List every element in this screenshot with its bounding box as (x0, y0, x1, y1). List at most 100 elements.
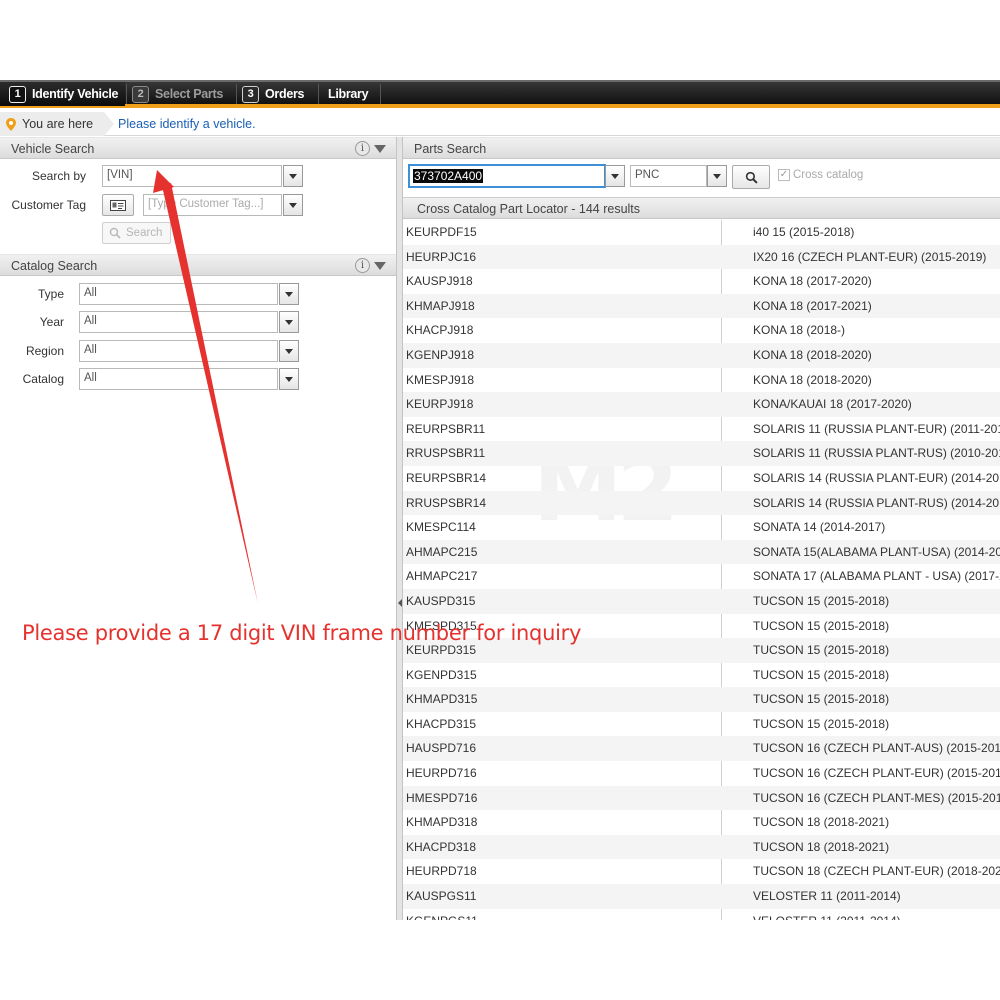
part-number-dropdown-arrow-icon[interactable] (605, 165, 625, 187)
collapse-arrow-icon[interactable] (374, 261, 386, 270)
year-dropdown-arrow-icon[interactable] (279, 311, 299, 333)
catalog-code-cell: HAUSPD716 (406, 741, 477, 756)
catalog-code-cell: AHMAPC215 (406, 544, 478, 559)
year-select[interactable]: All (79, 311, 278, 333)
search-button-label: Search (126, 227, 163, 239)
breadcrumb: You are here Please identify a vehicle. (0, 112, 1000, 136)
vehicle-search-button[interactable]: Search (102, 222, 172, 244)
table-row[interactable]: REURPSBR14 SOLARIS 14 (RUSSIA PLANT-EUR) … (403, 466, 1000, 491)
collapse-grip-icon[interactable] (398, 599, 402, 607)
table-row[interactable]: RRUSPSBR11 SOLARIS 11 (RUSSIA PLANT-RUS) … (403, 441, 1000, 466)
table-row[interactable]: KHMAPJ918 KONA 18 (2017-2021) (403, 293, 1000, 319)
search-mode-select[interactable]: PNC (630, 165, 707, 187)
table-row[interactable]: AHMAPC215 SONATA 15(ALABAMA PLANT-USA) (2… (403, 539, 1000, 565)
catalog-code-cell: AHMAPC217 (406, 569, 478, 584)
catalog-code-cell: HMESPD716 (406, 790, 478, 805)
table-row[interactable]: KHACPD318 TUCSON 18 (2018-2021) (403, 834, 1000, 860)
customer-tag-input[interactable]: [Type Customer Tag...] (143, 194, 282, 216)
catalog-code-cell: KAUSPGS11 (406, 889, 477, 904)
catalog-code-cell: HEURPD716 (406, 766, 477, 781)
catalog-code-cell: KHMAPD315 (406, 692, 478, 707)
catalog-code-cell: REURPSBR11 (406, 421, 486, 436)
vehicle-model-cell: TUCSON 16 (CZECH PLANT-MES) (2015-2018) (753, 790, 1000, 805)
search-mode-dropdown-arrow-icon[interactable] (707, 165, 727, 187)
region-label: Region (25, 344, 64, 358)
catalog-code-cell: KEURPDF15 (406, 225, 477, 239)
tab-label: Library (328, 87, 369, 101)
search-by-field[interactable]: [VIN] (102, 165, 282, 187)
catalog-code-cell: KMESPC114 (406, 520, 476, 535)
type-select[interactable]: All (79, 283, 278, 305)
table-row[interactable]: KAUSPJ918 KONA 18 (2017-2020) (403, 269, 1000, 294)
catalog-dropdown-arrow-icon[interactable] (279, 368, 299, 390)
parts-search-button[interactable] (732, 165, 770, 189)
catalog-code-cell: RRUSPSBR11 (406, 446, 486, 461)
cross-catalog-checkbox-icon[interactable]: ✓ (778, 169, 790, 181)
table-row[interactable]: KHMAPD318 TUCSON 18 (2018-2021) (403, 810, 1000, 835)
vehicle-model-cell: KONA 18 (2017-2021) (753, 298, 872, 313)
vehicle-model-cell: SONATA 14 (2014-2017) (753, 520, 886, 535)
vehicle-model-cell: SONATA 17 (ALABAMA PLANT - USA) (2017-20… (753, 569, 1000, 584)
tab-identify-vehicle[interactable]: 1 Identify Vehicle (0, 82, 125, 106)
vehicle-model-cell: TUCSON 18 (2018-2021) (753, 815, 890, 830)
catalog-code-cell: KGENPD315 (406, 667, 477, 682)
table-row[interactable]: KHMAPD315 TUCSON 15 (2015-2018) (403, 687, 1000, 712)
catalog-code-cell: KHMAPD318 (406, 815, 478, 830)
top-nav: 1 Identify Vehicle 2 Select Parts 3 Orde… (0, 80, 1000, 108)
table-row[interactable]: KGENPGS11 VELOSTER 11 (2011-2014) (403, 909, 1000, 920)
tab-orders[interactable]: 3 Orders (236, 82, 316, 106)
vehicle-model-cell: VELOSTER 11 (2011-2014) (753, 914, 901, 920)
collapse-arrow-icon[interactable] (374, 144, 386, 153)
search-by-dropdown-arrow-icon[interactable] (283, 165, 303, 187)
table-row[interactable]: HMESPD716 TUCSON 16 (CZECH PLANT-MES) (20… (403, 785, 1000, 811)
customer-card-button[interactable] (102, 194, 134, 216)
vehicle-model-cell: TUCSON 16 (CZECH PLANT-EUR) (2015-2018) (753, 766, 1000, 781)
year-label: Year (39, 315, 64, 329)
table-row[interactable]: KMESPC114 SONATA 14 (2014-2017) (403, 515, 1000, 540)
tab-library[interactable]: Library (318, 82, 380, 106)
table-row[interactable]: HAUSPD716 TUCSON 16 (CZECH PLANT-AUS) (20… (403, 736, 1000, 762)
results-table: KEURPDF15 i40 15 (2015-2018) HEURPJC16 IX20… (403, 220, 1000, 920)
table-row[interactable]: KAUSPD315 TUCSON 15 (2015-2018) (403, 588, 1000, 614)
catalog-select[interactable]: All (79, 368, 278, 390)
table-row[interactable]: KHACPD315 TUCSON 15 (2015-2018) (403, 712, 1000, 737)
search-by-label: Search by (31, 169, 86, 183)
table-row[interactable]: KGENPJ918 KONA 18 (2018-2020) (403, 342, 1000, 368)
table-row[interactable]: KHACPJ918 KONA 18 (2018-) (403, 318, 1000, 343)
table-row[interactable]: KMESPJ918 KONA 18 (2018-2020) (403, 368, 1000, 393)
header-icons: i (355, 258, 386, 273)
table-row[interactable]: KEURPJ918 KONA/KAUAI 18 (2017-2020) (403, 392, 1000, 417)
vehicle-model-cell: KONA 18 (2018-2020) (753, 372, 872, 387)
vehicle-search-header: Vehicle Search i (0, 137, 396, 159)
tab-select-parts[interactable]: 2 Select Parts (126, 82, 234, 106)
catalog-code-cell: KHACPD318 (406, 839, 477, 854)
table-row[interactable]: AHMAPC217 SONATA 17 (ALABAMA PLANT - USA)… (403, 564, 1000, 589)
vehicle-model-cell: TUCSON 15 (2015-2018) (753, 692, 890, 707)
customer-tag-label: Customer Tag (11, 198, 86, 212)
panel-splitter[interactable] (396, 137, 403, 920)
region-select[interactable]: All (79, 340, 278, 362)
table-row[interactable]: KEURPDF15 i40 15 (2015-2018) (403, 220, 1000, 245)
table-row[interactable]: KGENPD315 TUCSON 15 (2015-2018) (403, 663, 1000, 688)
info-icon[interactable]: i (355, 141, 370, 156)
table-row[interactable]: RRUSPSBR14 SOLARIS 14 (RUSSIA PLANT-RUS) … (403, 490, 1000, 516)
table-row[interactable]: KAUSPGS11 VELOSTER 11 (2011-2014) (403, 884, 1000, 909)
tab-label: Identify Vehicle (32, 87, 119, 101)
vehicle-model-cell: TUCSON 15 (2015-2018) (753, 716, 890, 731)
table-row[interactable]: HEURPD716 TUCSON 16 (CZECH PLANT-EUR) (20… (403, 761, 1000, 786)
table-row[interactable]: HEURPD718 TUCSON 18 (CZECH PLANT-EUR) (20… (403, 859, 1000, 884)
location-pin-icon (6, 117, 16, 131)
catalog-code-cell: REURPSBR14 (406, 470, 487, 485)
catalog-code-cell: KAUSPD315 (406, 593, 476, 608)
tab-number: 1 (9, 85, 26, 103)
info-icon[interactable]: i (355, 258, 370, 273)
region-dropdown-arrow-icon[interactable] (279, 340, 299, 362)
vehicle-model-cell: TUCSON 18 (CZECH PLANT-EUR) (2018-2020) (753, 864, 1000, 879)
customer-tag-dropdown-arrow-icon[interactable] (283, 194, 303, 216)
type-dropdown-arrow-icon[interactable] (279, 283, 299, 305)
table-row[interactable]: HEURPJC16 IX20 16 (CZECH PLANT-EUR) (2015… (403, 244, 1000, 270)
vehicle-model-cell: TUCSON 16 (CZECH PLANT-AUS) (2015-2018) (753, 741, 1000, 756)
table-row[interactable]: REURPSBR11 SOLARIS 11 (RUSSIA PLANT-EUR) … (403, 417, 1000, 442)
part-number-input[interactable]: 373702A400 (408, 164, 606, 188)
vehicle-model-cell: i40 15 (2015-2018) (753, 225, 855, 239)
